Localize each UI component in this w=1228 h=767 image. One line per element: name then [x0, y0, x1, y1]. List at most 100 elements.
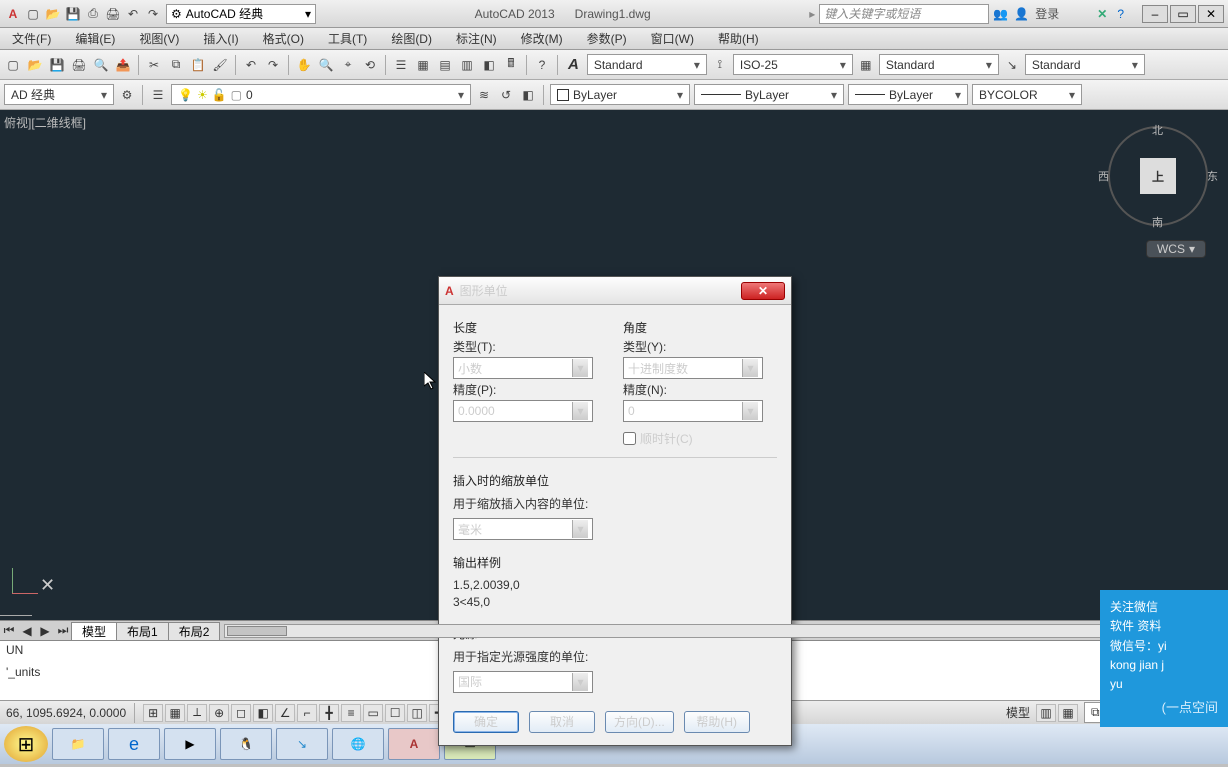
lineweight-dropdown[interactable]: ByLayer▾ — [848, 84, 968, 105]
plotstyle-dropdown[interactable]: BYCOLOR▾ — [972, 84, 1082, 105]
wcs-badge[interactable]: WCS▾ — [1146, 240, 1206, 258]
print-icon[interactable]: 🖨 — [104, 5, 122, 23]
zoom-icon[interactable]: 🔍 — [317, 56, 335, 74]
menu-view[interactable]: 视图(V) — [127, 28, 191, 49]
help-button[interactable]: 帮助(H) — [684, 711, 750, 733]
snap-toggle[interactable]: ⊞ — [143, 704, 163, 722]
saveas-icon[interactable]: ⎙ — [84, 5, 102, 23]
clockwise-checkbox[interactable]: 顺时针(C) — [623, 430, 777, 447]
workspace-selector[interactable]: ⚙ AutoCAD 经典 ▾ — [166, 4, 316, 24]
viewport-label[interactable]: 俯视][二维线框] — [4, 114, 86, 131]
help2-icon[interactable]: ? — [533, 56, 551, 74]
minimize-button[interactable]: – — [1142, 5, 1168, 23]
scroll-thumb[interactable] — [227, 626, 287, 636]
ducs-toggle[interactable]: ⌐ — [297, 704, 317, 722]
menu-window[interactable]: 窗口(W) — [639, 28, 706, 49]
menu-file[interactable]: 文件(F) — [0, 28, 63, 49]
pan-icon[interactable]: ✋ — [295, 56, 313, 74]
ok-button[interactable]: 确定 — [453, 711, 519, 733]
open-icon[interactable]: 📂 — [44, 5, 62, 23]
menu-draw[interactable]: 绘图(D) — [379, 28, 444, 49]
copy-icon[interactable]: ⧉ — [167, 56, 185, 74]
direction-button[interactable]: 方向(D)... — [605, 711, 674, 733]
zoom-window-icon[interactable]: ⌖ — [339, 56, 357, 74]
lwt-toggle[interactable]: ≡ — [341, 704, 361, 722]
tab-model[interactable]: 模型 — [71, 622, 117, 640]
paste-icon[interactable]: 📋 — [189, 56, 207, 74]
exchange-icon[interactable]: ✕ — [1097, 7, 1107, 21]
open-file-icon[interactable]: 📂 — [26, 56, 44, 74]
3dosnap-toggle[interactable]: ◧ — [253, 704, 273, 722]
help-icon[interactable]: ? — [1117, 7, 1124, 21]
layer-match-icon[interactable]: ≋ — [475, 86, 493, 104]
layer-prev-icon[interactable]: ↺ — [497, 86, 515, 104]
tab-next-icon[interactable]: ▶ — [36, 622, 54, 640]
tab-layout2[interactable]: 布局2 — [168, 622, 221, 640]
properties-icon[interactable]: ☰ — [392, 56, 410, 74]
tab-first-icon[interactable]: ⏮ — [0, 622, 18, 640]
save-file-icon[interactable]: 💾 — [48, 56, 66, 74]
dimstyle-dropdown[interactable]: ISO-25▾ — [733, 54, 853, 75]
angle-type-dropdown[interactable]: 十进制度数▾ — [623, 357, 763, 379]
mleader-icon[interactable]: ↘ — [1003, 56, 1021, 74]
light-unit-dropdown[interactable]: 国际▾ — [453, 671, 593, 693]
viewcube-top[interactable]: 上 — [1140, 158, 1176, 194]
cancel-button[interactable]: 取消 — [529, 711, 595, 733]
match-icon[interactable]: 🖌 — [211, 56, 229, 74]
ie-taskbtn[interactable]: e — [108, 728, 160, 760]
autocad-taskbtn[interactable]: A — [388, 728, 440, 760]
sc-toggle[interactable]: ◫ — [407, 704, 427, 722]
undo-icon[interactable]: ↶ — [242, 56, 260, 74]
browser-taskbtn[interactable]: 🌐 — [332, 728, 384, 760]
polar-toggle[interactable]: ⊕ — [209, 704, 229, 722]
workspace-dropdown[interactable]: AD 经典▾ — [4, 84, 114, 105]
quickview-drawings-icon[interactable]: ▦ — [1058, 704, 1078, 722]
login-area[interactable]: 👥 👤 登录 — [993, 5, 1059, 22]
bird-taskbtn[interactable]: ↘ — [276, 728, 328, 760]
designcenter-icon[interactable]: ▦ — [414, 56, 432, 74]
layer-manager-icon[interactable]: ☰ — [149, 86, 167, 104]
length-type-dropdown[interactable]: 小数▾ — [453, 357, 593, 379]
qp-toggle[interactable]: ☐ — [385, 704, 405, 722]
new-file-icon[interactable]: ▢ — [4, 56, 22, 74]
tab-prev-icon[interactable]: ◀ — [18, 622, 36, 640]
tablestyle-icon[interactable]: ▦ — [857, 56, 875, 74]
publish-icon[interactable]: 📤 — [114, 56, 132, 74]
length-precision-dropdown[interactable]: 0.0000▾ — [453, 400, 593, 422]
menu-dimension[interactable]: 标注(N) — [444, 28, 509, 49]
preview-icon[interactable]: 🔍 — [92, 56, 110, 74]
qq-taskbtn[interactable]: 🐧 — [220, 728, 272, 760]
mediaplayer-taskbtn[interactable]: ▶ — [164, 728, 216, 760]
dimstyle-icon[interactable]: ⟟ — [711, 56, 729, 74]
clockwise-input[interactable] — [623, 432, 636, 445]
hscrollbar[interactable] — [224, 624, 1206, 638]
menu-format[interactable]: 格式(O) — [251, 28, 316, 49]
dialog-titlebar[interactable]: A 图形单位 ✕ — [439, 277, 791, 305]
otrack-toggle[interactable]: ∠ — [275, 704, 295, 722]
mleaderstyle-dropdown[interactable]: Standard▾ — [1025, 54, 1145, 75]
grid-toggle[interactable]: ▦ — [165, 704, 185, 722]
angle-precision-dropdown[interactable]: 0▾ — [623, 400, 763, 422]
quickview-layouts-icon[interactable]: ▥ — [1036, 704, 1056, 722]
search-input[interactable]: 键入关键字或短语 — [819, 4, 989, 24]
sheet-icon[interactable]: ▥ — [458, 56, 476, 74]
viewcube[interactable]: 北 南 东 西 上 — [1108, 126, 1208, 226]
textstyle-dropdown[interactable]: Standard▾ — [587, 54, 707, 75]
toolpalette-icon[interactable]: ▤ — [436, 56, 454, 74]
drawing-area[interactable]: 俯视][二维线框] 北 南 东 西 上 WCS▾ ✕ A 图形单位 ✕ 长度 类… — [0, 110, 1228, 620]
new-icon[interactable]: ▢ — [24, 5, 42, 23]
menu-modify[interactable]: 修改(M) — [509, 28, 575, 49]
close-button[interactable]: ✕ — [1198, 5, 1224, 23]
coords[interactable]: 66, 1095.6924, 0.0000 — [6, 706, 126, 720]
layer-iso-icon[interactable]: ◧ — [519, 86, 537, 104]
model-space-toggle[interactable]: 模型 — [1006, 704, 1030, 721]
menu-parametric[interactable]: 参数(P) — [575, 28, 639, 49]
save-icon[interactable]: 💾 — [64, 5, 82, 23]
markup-icon[interactable]: ◧ — [480, 56, 498, 74]
tpy-toggle[interactable]: ▭ — [363, 704, 383, 722]
quickcalc-icon[interactable]: 🖩 — [502, 56, 520, 74]
osnap-toggle[interactable]: ◻ — [231, 704, 251, 722]
dyn-toggle[interactable]: ╋ — [319, 704, 339, 722]
menu-edit[interactable]: 编辑(E) — [63, 28, 127, 49]
zoom-prev-icon[interactable]: ⟲ — [361, 56, 379, 74]
